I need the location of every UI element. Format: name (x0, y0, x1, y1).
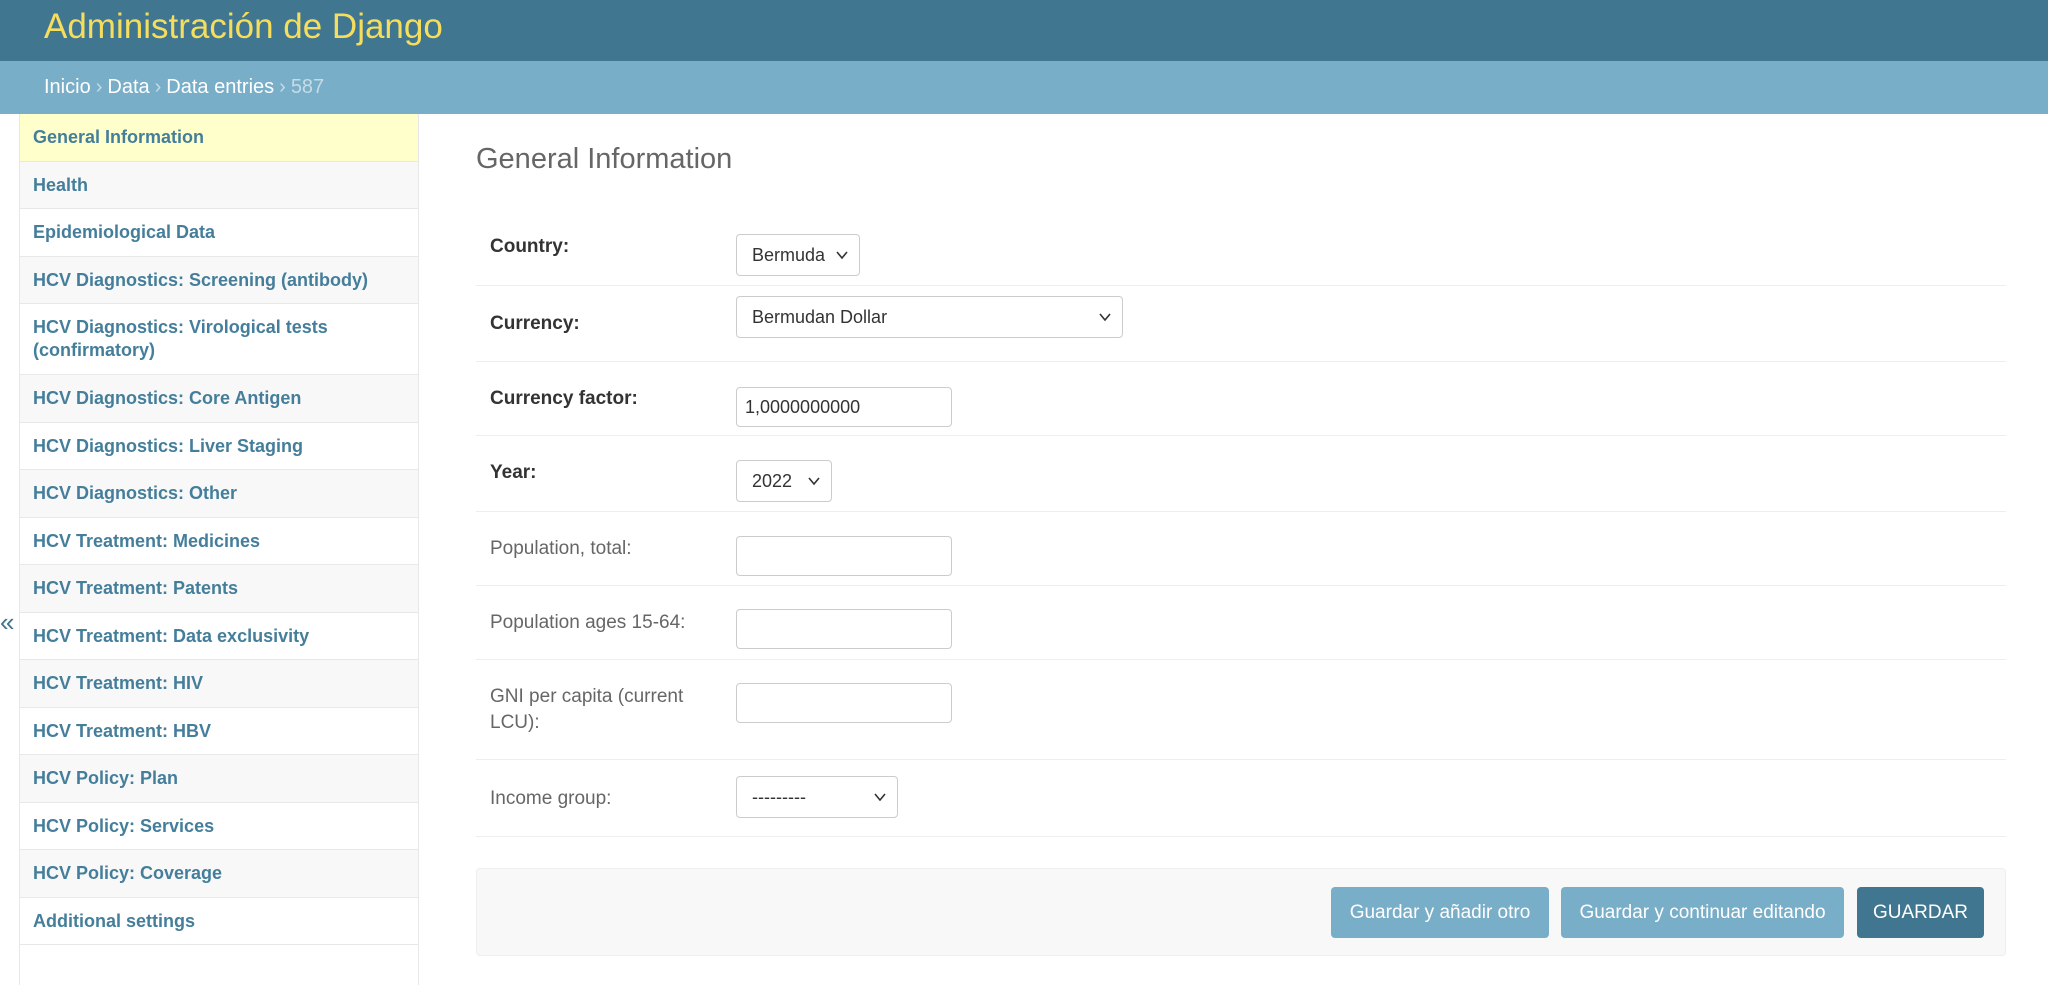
population-15-64-input[interactable] (736, 609, 952, 649)
section-title: General Information (476, 143, 733, 175)
sidebar-item-label: HCV Treatment: Medicines (33, 530, 261, 551)
sidebar-item-hcv-treatment-hbv[interactable]: HCV Treatment: HBV (20, 708, 418, 755)
sidebar-item-label: General Information (33, 127, 205, 147)
sidebar-item-additional-settings[interactable]: Additional settings (20, 898, 418, 945)
sidebar-item-hcv-policy-coverage[interactable]: HCV Policy: Coverage (20, 850, 418, 898)
sidebar-item-label: Health (33, 174, 89, 195)
currency-factor-input[interactable]: 1,0000000000 (736, 387, 952, 427)
sidebar-item-hcv-diagnostics-virological[interactable]: HCV Diagnostics: Virological tests (conf… (20, 304, 418, 375)
breadcrumb-data-entries[interactable]: Data entries (166, 76, 274, 98)
population-total-label: Population, total: (490, 538, 632, 559)
chevron-down-icon (874, 793, 886, 802)
sidebar-item-hcv-policy-services[interactable]: HCV Policy: Services (20, 803, 418, 850)
sidebar-item-general-information[interactable]: General Information (20, 114, 418, 162)
form-row-country: Country: Bermuda (476, 210, 2006, 286)
sidebar-item-hcv-treatment-patents[interactable]: HCV Treatment: Patents (20, 565, 418, 613)
sidebar-item-hcv-treatment-medicines[interactable]: HCV Treatment: Medicines (20, 518, 418, 565)
sidebar-nav: General Information Health Epidemiologic… (19, 114, 419, 985)
submit-row: Guardar y añadir otro Guardar y continua… (476, 868, 2006, 956)
income-group-label: Income group: (490, 788, 612, 809)
country-label: Country: (490, 236, 570, 257)
breadcrumb-separator: › (154, 76, 162, 98)
form-row-gni-per-capita: GNI per capita (current LCU): (476, 660, 2006, 760)
form-row-currency: Currency: (476, 286, 2006, 362)
currency-label: Currency: (490, 313, 580, 334)
chevron-down-icon (836, 251, 848, 260)
breadcrumb-separator: › (95, 76, 103, 98)
sidebar-item-label: HCV Treatment: Patents (33, 578, 239, 598)
sidebar-item-label: HCV Policy: Coverage (33, 863, 223, 883)
sidebar-item-hcv-diagnostics-core-antigen[interactable]: HCV Diagnostics: Core Antigen (20, 375, 418, 423)
currency-select-value: Bermudan Dollar (752, 307, 888, 327)
form-row-population-total: Population, total: (476, 512, 2006, 586)
chevron-down-icon (808, 477, 820, 486)
chevron-down-icon (1099, 313, 1111, 322)
save-and-add-another-button[interactable]: Guardar y añadir otro (1331, 887, 1549, 938)
sidebar-item-label: HCV Treatment: HBV (33, 720, 212, 741)
form-row-year: Year: 2022 (476, 436, 2006, 512)
sidebar-item-label: HCV Diagnostics: Liver Staging (33, 435, 304, 456)
site-header: Administración de Django (0, 0, 2048, 61)
gni-per-capita-input[interactable] (736, 683, 952, 723)
population-total-input[interactable] (736, 536, 952, 576)
sidebar-item-label: HCV Diagnostics: Other (33, 483, 238, 503)
sidebar-item-label: HCV Diagnostics: Screening (antibody) (33, 269, 369, 290)
breadcrumb-home[interactable]: Inicio (44, 76, 91, 98)
save-button[interactable]: GUARDAR (1857, 887, 1984, 938)
year-select[interactable]: 2022 (736, 460, 832, 502)
sidebar-item-label: HCV Treatment: Data exclusivity (33, 625, 310, 646)
form-row-population-15-64: Population ages 15-64: (476, 586, 2006, 660)
sidebar-item-label: Epidemiological Data (33, 222, 216, 242)
gni-per-capita-label: GNI per capita (current LCU): (490, 686, 684, 733)
sidebar-item-label: HCV Diagnostics: Virological tests (conf… (33, 317, 328, 360)
country-select-value: Bermuda (752, 245, 826, 265)
save-and-continue-button[interactable]: Guardar y continuar editando (1561, 887, 1844, 938)
sidebar-item-label: HCV Diagnostics: Core Antigen (33, 388, 302, 408)
income-group-select-value: --------- (752, 787, 806, 807)
form-row-income-group: Income group: --------- (476, 760, 2006, 837)
sidebar-item-health[interactable]: Health (20, 162, 418, 209)
form-row-currency-factor: Currency factor: 1,0000000000 (476, 362, 2006, 436)
currency-factor-label: Currency factor: (490, 388, 638, 409)
population-15-64-label: Population ages 15-64: (490, 612, 686, 633)
site-name[interactable]: Administración de Django (44, 6, 443, 48)
sidebar-item-hcv-diagnostics-screening[interactable]: HCV Diagnostics: Screening (antibody) (20, 257, 418, 304)
breadcrumb-current: 587 (290, 76, 325, 98)
collapse-sidebar-icon[interactable]: « (0, 607, 14, 637)
year-select-value: 2022 (752, 471, 793, 491)
sidebar-item-hcv-treatment-hiv[interactable]: HCV Treatment: HIV (20, 660, 418, 708)
country-select[interactable]: Bermuda (736, 234, 860, 276)
sidebar-item-label: HCV Policy: Services (33, 815, 215, 836)
income-group-select[interactable]: --------- (736, 776, 898, 818)
currency-select[interactable]: Bermudan Dollar (736, 296, 1123, 338)
breadcrumb-data[interactable]: Data (107, 76, 149, 98)
sidebar-item-label: HCV Policy: Plan (33, 768, 179, 788)
breadcrumb: Inicio › Data › Data entries › 587 (0, 61, 2048, 114)
sidebar-item-hcv-diagnostics-other[interactable]: HCV Diagnostics: Other (20, 470, 418, 518)
sidebar-item-hcv-policy-plan[interactable]: HCV Policy: Plan (20, 755, 418, 803)
breadcrumb-separator: › (279, 76, 286, 98)
sidebar-item-label: Additional settings (33, 910, 195, 931)
sidebar-item-hcv-treatment-data-exclusivity[interactable]: HCV Treatment: Data exclusivity (20, 613, 418, 660)
sidebar-item-hcv-diagnostics-liver-staging[interactable]: HCV Diagnostics: Liver Staging (20, 423, 418, 470)
year-label: Year: (490, 462, 537, 483)
sidebar-item-epidemiological-data[interactable]: Epidemiological Data (20, 209, 418, 257)
sidebar-item-label: HCV Treatment: HIV (33, 673, 204, 693)
